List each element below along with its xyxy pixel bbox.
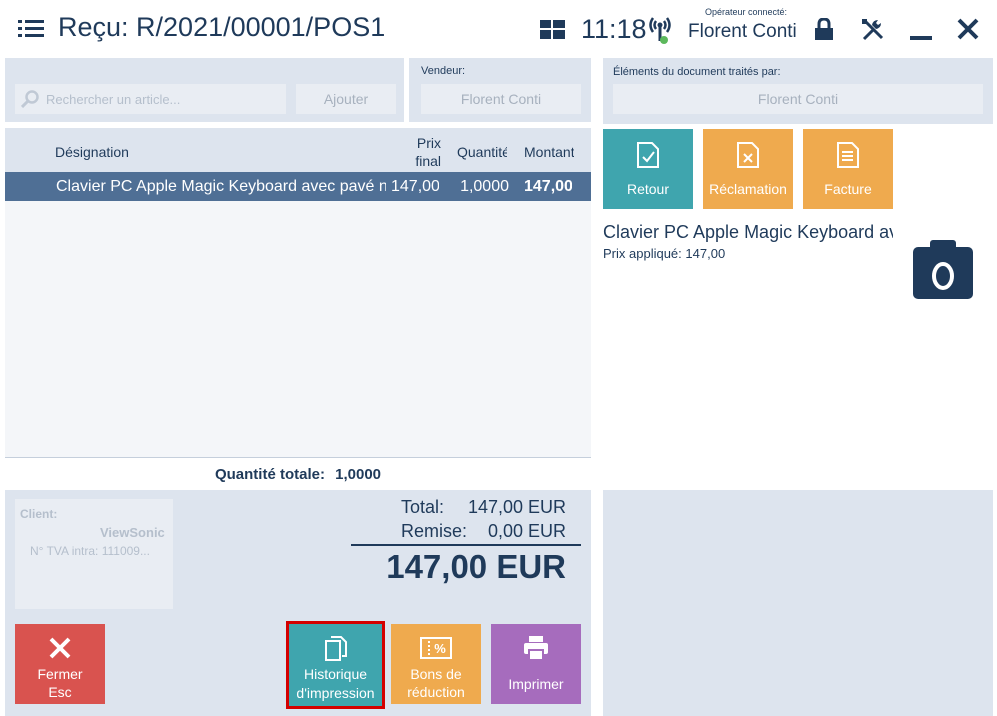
documents-icon xyxy=(324,636,347,661)
camera-icon[interactable] xyxy=(912,238,974,300)
close-shortcut: Esc xyxy=(48,684,72,700)
print-history-label-1: Historique xyxy=(303,666,368,682)
table-row[interactable]: Clavier PC Apple Magic Keyboard avec pav… xyxy=(5,172,591,201)
grid-view-icon[interactable] xyxy=(540,20,565,39)
row-amount: 147,00 xyxy=(524,178,572,195)
print-button[interactable]: Imprimer xyxy=(491,624,581,704)
print-history-label-2: d'impression xyxy=(296,685,375,701)
summary-divider xyxy=(351,544,581,546)
complaint-button[interactable]: Réclamation xyxy=(703,129,793,209)
processed-by-caption: Éléments du document traités par: xyxy=(613,66,781,78)
complaint-document-icon xyxy=(737,142,759,168)
total-quantity-bar: Quantité totale: 1,0000 xyxy=(5,457,591,488)
total-value: 147,00 EUR xyxy=(467,497,566,517)
print-history-button[interactable]: Historique d'impression xyxy=(286,621,385,709)
add-button[interactable]: Ajouter xyxy=(296,84,396,114)
coupons-button[interactable]: % Bons de réduction xyxy=(391,624,481,704)
invoice-document-icon xyxy=(837,142,859,168)
clock: 11:18 xyxy=(581,14,647,44)
selected-item-name: Clavier PC Apple Magic Keyboard avec pav… xyxy=(603,222,893,242)
column-amount[interactable]: Montant xyxy=(524,144,574,160)
search-placeholder: Rechercher un article... xyxy=(46,92,181,107)
search-icon xyxy=(21,90,39,108)
client-name: ViewSonic xyxy=(100,525,165,540)
seller-caption: Vendeur: xyxy=(421,65,466,77)
client-vat: N° TVA intra: 111009... xyxy=(30,544,150,558)
applied-price-value: 147,00 xyxy=(685,246,726,261)
grand-total: 147,00 EUR xyxy=(386,548,566,585)
column-quantity[interactable]: Quantité xyxy=(457,144,507,160)
row-designation: Clavier PC Apple Magic Keyboard avec pav… xyxy=(56,178,386,195)
table-body xyxy=(5,201,591,457)
return-label: Retour xyxy=(626,181,670,197)
minimize-icon[interactable] xyxy=(910,36,932,40)
printer-icon xyxy=(524,636,548,661)
close-button[interactable]: Fermer Esc xyxy=(15,624,105,704)
page-title: Reçu: R/2021/00001/POS1 xyxy=(58,12,386,42)
applied-price-label: Prix appliqué: xyxy=(603,246,682,261)
coupons-label-2: réduction xyxy=(407,684,465,700)
operator-name: Florent Conti xyxy=(688,21,797,42)
row-final-price: 147,00 xyxy=(391,178,439,195)
total-quantity-value: 1,0000 xyxy=(335,466,382,483)
discount-label: Remise: xyxy=(401,521,468,541)
operator-caption: Opérateur connecté: xyxy=(705,7,788,17)
column-final-price-line2[interactable]: final xyxy=(411,153,441,169)
close-window-icon[interactable] xyxy=(957,18,979,40)
discount-value: 0,00 EUR xyxy=(487,521,566,541)
connection-antenna-icon xyxy=(649,17,671,44)
close-icon xyxy=(49,637,71,659)
complaint-label: Réclamation xyxy=(709,181,787,197)
right-bottom-panel xyxy=(603,490,993,716)
coupons-label-1: Bons de xyxy=(410,666,462,682)
invoice-button[interactable]: Facture xyxy=(803,129,893,209)
total-quantity-label: Quantité totale: xyxy=(214,466,325,483)
invoice-label: Facture xyxy=(824,181,872,197)
coupon-icon: % xyxy=(420,637,452,659)
svg-text:%: % xyxy=(434,641,446,656)
seller-field[interactable]: Florent Conti xyxy=(421,84,581,114)
close-label: Fermer xyxy=(37,666,83,682)
menu-icon[interactable] xyxy=(18,18,44,40)
column-final-price-line1[interactable]: Prix xyxy=(413,135,441,151)
lock-icon[interactable] xyxy=(813,18,835,40)
return-button[interactable]: Retour xyxy=(603,129,693,209)
column-designation[interactable]: Désignation xyxy=(55,144,129,160)
tools-icon[interactable] xyxy=(861,18,885,42)
total-label: Total: xyxy=(401,497,445,517)
applied-price: Prix appliqué: 147,00 xyxy=(603,246,725,261)
print-label: Imprimer xyxy=(508,676,564,692)
row-quantity: 1,0000 xyxy=(460,178,509,195)
return-document-icon xyxy=(637,142,659,168)
processed-by-field[interactable]: Florent Conti xyxy=(613,84,983,114)
client-label: Client: xyxy=(20,507,58,521)
